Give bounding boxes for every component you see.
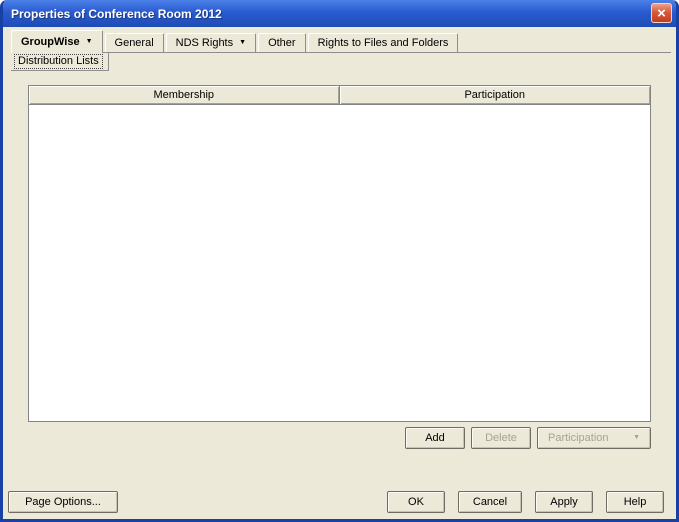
apply-button[interactable]: Apply [535,491,593,513]
table-body[interactable] [29,105,650,421]
tab-label: Rights to Files and Folders [318,37,449,49]
title-bar[interactable]: Properties of Conference Room 2012 × [3,0,676,27]
page-options-button[interactable]: Page Options... [8,491,118,513]
column-header-participation[interactable]: Participation [340,86,651,105]
close-icon: × [657,6,666,21]
chevron-down-icon: ▼ [633,433,640,443]
tab-label: NDS Rights [176,37,233,49]
window-title: Properties of Conference Room 2012 [3,7,222,21]
add-button[interactable]: Add [405,427,465,449]
properties-dialog: Properties of Conference Room 2012 × Gro… [0,0,679,522]
tab-label: GroupWise [21,36,80,48]
tab-nds-rights[interactable]: NDS Rights ▼ [166,33,256,52]
distribution-lists-table: Membership Participation [28,85,651,422]
chevron-down-icon: ▼ [86,37,93,47]
subtab-distribution-lists[interactable]: Distribution Lists [11,53,109,71]
table-header-row: Membership Participation [29,86,650,105]
tab-label: Other [268,37,296,49]
participation-button[interactable]: Participation ▼ [537,427,651,449]
tab-other[interactable]: Other [258,33,306,52]
participation-button-label: Participation [548,432,609,444]
dialog-footer: Page Options... OK Cancel Apply Help [8,491,664,513]
column-header-membership[interactable]: Membership [29,86,340,105]
tab-general[interactable]: General [105,33,164,52]
table-action-buttons: Add Delete Participation ▼ [405,427,651,449]
delete-button[interactable]: Delete [471,427,531,449]
tab-bar: GroupWise ▼ General NDS Rights ▼ Other R… [11,30,671,53]
close-button[interactable]: × [651,3,672,23]
subtab-label: Distribution Lists [14,54,103,69]
tab-rights-to-files-and-folders[interactable]: Rights to Files and Folders [308,33,459,52]
ok-button[interactable]: OK [387,491,445,513]
chevron-down-icon: ▼ [239,38,246,48]
tab-label: General [115,37,154,49]
tab-groupwise[interactable]: GroupWise ▼ [11,30,103,53]
footer-button-group: OK Cancel Apply Help [387,491,664,513]
cancel-button[interactable]: Cancel [458,491,522,513]
help-button[interactable]: Help [606,491,664,513]
